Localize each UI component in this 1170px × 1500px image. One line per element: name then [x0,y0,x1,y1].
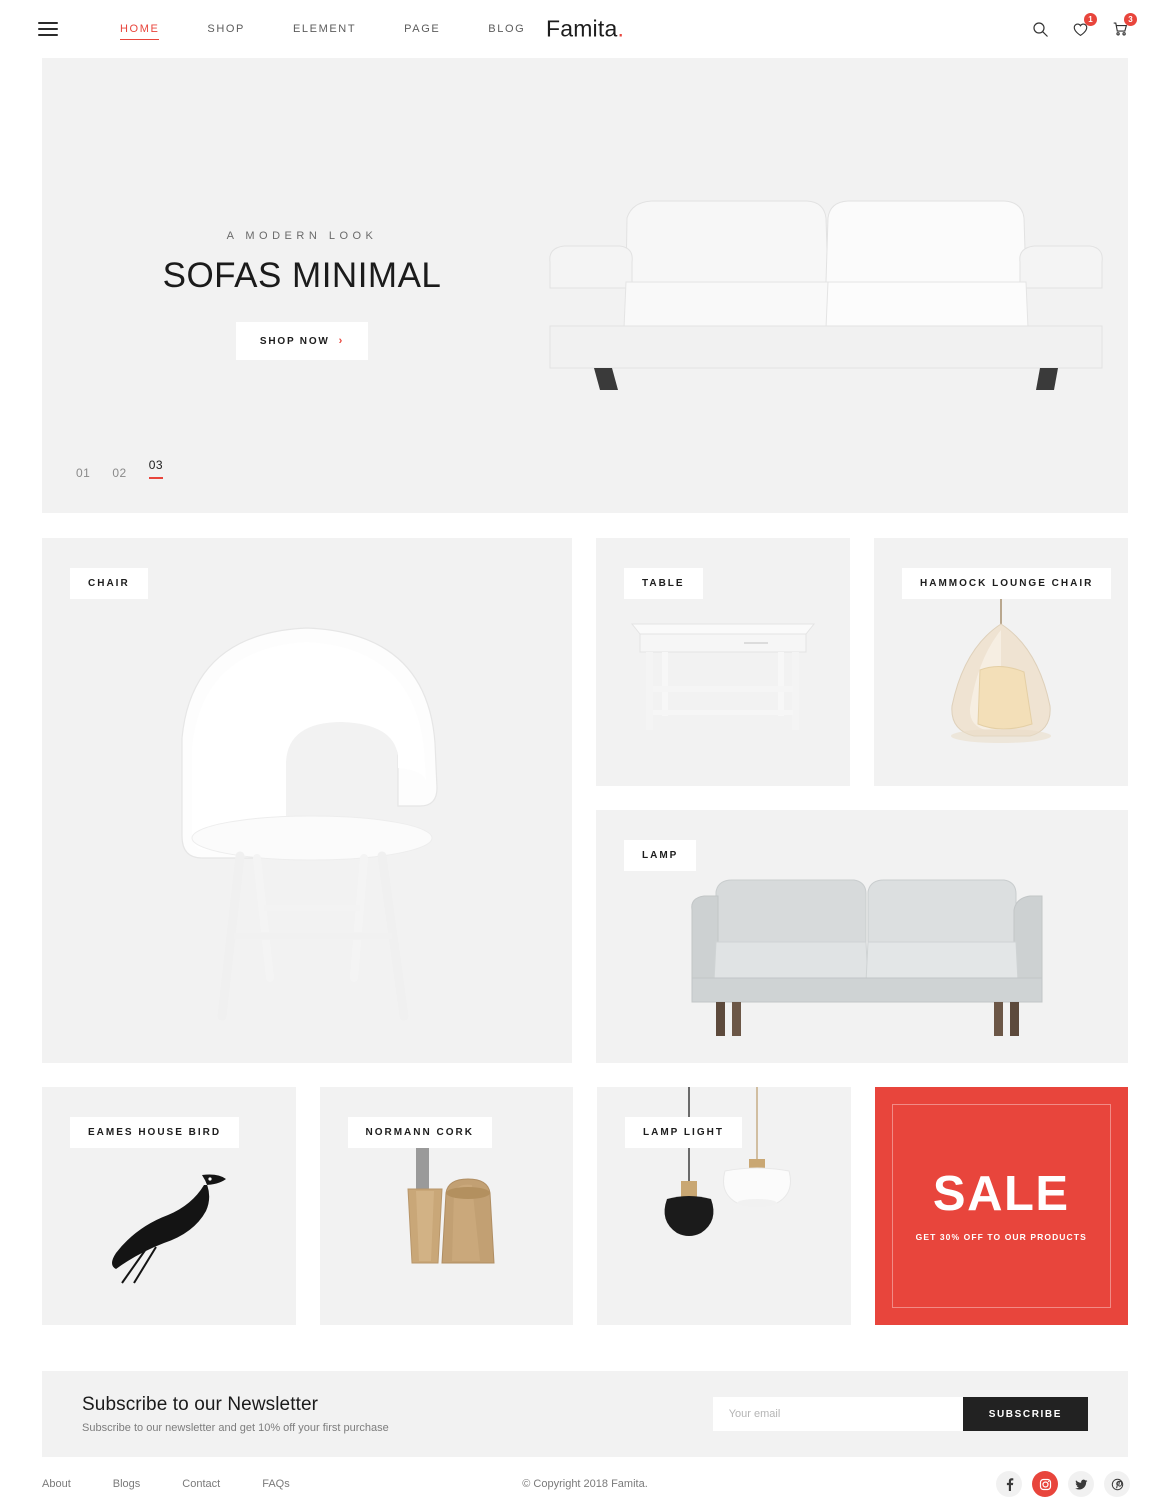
category-tag-hammock: HAMMOCK LOUNGE CHAIR [902,568,1112,599]
slide-dot-02[interactable]: 02 [112,466,126,485]
hamburger-menu-icon[interactable] [38,22,58,36]
newsletter-form: SUBSCRIBE [712,1397,1088,1431]
footer-link-faqs[interactable]: FAQs [262,1478,332,1490]
hero-title: SOFAS MINIMAL [162,256,442,295]
wishlist-icon[interactable]: 1 [1070,13,1097,39]
slide-dot-03[interactable]: 03 [148,458,164,479]
grid-col-right: TABLE HAMMOCK LOUNGE CHAIR LAMP [596,538,1128,1063]
nav-item-page[interactable]: PAGE [380,23,464,35]
footer-link-blogs[interactable]: Blogs [113,1478,183,1490]
category-tag-bird: EAMES HOUSE BIRD [70,1117,240,1148]
footer-link-about[interactable]: About [42,1478,113,1490]
email-input[interactable] [712,1397,963,1431]
category-card-hammock[interactable]: HAMMOCK LOUNGE CHAIR [874,538,1128,786]
category-card-lamp[interactable]: LAMP [596,810,1128,1063]
category-tag-cork: NORMANN CORK [347,1117,492,1148]
newsletter-title: Subscribe to our Newsletter [82,1394,319,1415]
category-card-cork[interactable]: NORMANN CORK [319,1087,573,1325]
pinterest-icon[interactable] [1104,1471,1130,1497]
nav-item-shop[interactable]: SHOP [183,23,269,35]
sale-banner[interactable]: SALE GET 30% OFF TO OUR PRODUCTS [874,1087,1128,1325]
slide-dot-01[interactable]: 01 [76,466,90,485]
category-tag-chair: CHAIR [70,568,148,599]
newsletter-text: Subscribe to our Newsletter Subscribe to… [82,1394,713,1434]
cart-icon[interactable]: 3 [1110,13,1137,39]
twitter-icon[interactable] [1068,1471,1094,1497]
instagram-icon[interactable] [1032,1471,1058,1497]
shop-now-button[interactable]: SHOP NOW › [235,322,369,360]
category-card-bird[interactable]: EAMES HOUSE BIRD [42,1087,296,1325]
header-icons: 1 3 [1030,13,1137,39]
main-nav: HOME SHOP ELEMENT PAGE BLOG [96,23,549,40]
site-header: HOME SHOP ELEMENT PAGE BLOG Famita. 1 3 [0,0,1170,58]
cart-badge: 3 [1124,13,1137,26]
grid-row-1-top: TABLE HAMMOCK LOUNGE CHAIR [596,538,1128,786]
sale-subtitle: GET 30% OFF TO OUR PRODUCTS [915,1232,1087,1242]
wishlist-badge: 1 [1084,13,1097,26]
logo-dot: . [617,15,625,42]
shop-now-label: SHOP NOW [259,335,330,347]
search-icon[interactable] [1030,19,1050,39]
site-logo[interactable]: Famita. [546,16,624,43]
chair-image [181,627,438,1021]
category-tag-table: TABLE [624,568,703,599]
category-card-table[interactable]: TABLE [596,538,850,786]
sale-title: SALE [932,1167,1070,1221]
copyright-text: © Copyright 2018 Famita. [522,1478,648,1490]
nav-item-element[interactable]: ELEMENT [269,23,380,35]
category-grid: CHAIR TABLE HAMMOCK LOUNGE CHAIR LAMP EA… [42,538,1128,1325]
nav-item-blog[interactable]: BLOG [464,23,549,35]
page-root: HOME SHOP ELEMENT PAGE BLOG Famita. 1 3 … [0,0,1170,1500]
site-footer: About Blogs Contact FAQs © Copyright 201… [0,1468,1170,1500]
newsletter-section: Subscribe to our Newsletter Subscribe to… [42,1371,1128,1457]
category-tag-lamp-light: LAMP LIGHT [625,1117,742,1148]
hero-sofa-image [549,200,1103,390]
hero-slider: A MODERN LOOK SOFAS MINIMAL SHOP NOW › 0… [42,58,1128,513]
category-card-chair[interactable]: CHAIR [42,538,572,1063]
hero-subtitle: A MODERN LOOK [226,230,378,242]
logo-text: Famita [545,15,618,42]
category-card-lamp-light[interactable]: LAMP LIGHT [597,1087,851,1325]
social-links [996,1471,1130,1497]
hero-slider-pagination: 01 02 03 [76,458,164,485]
grid-row-2: EAMES HOUSE BIRD NORMANN CORK LAMP LIGHT… [42,1087,1128,1325]
facebook-icon[interactable] [996,1471,1022,1497]
subscribe-button[interactable]: SUBSCRIBE [962,1397,1088,1431]
hero-text-block: A MODERN LOOK SOFAS MINIMAL SHOP NOW › [42,230,562,360]
footer-links: About Blogs Contact FAQs [42,1478,332,1490]
footer-link-contact[interactable]: Contact [182,1478,262,1490]
nav-item-home[interactable]: HOME [96,23,183,40]
chevron-right-icon: › [338,335,345,347]
newsletter-subtitle: Subscribe to our newsletter and get 10% … [82,1422,389,1434]
grid-row-1: CHAIR TABLE HAMMOCK LOUNGE CHAIR LAMP [42,538,1128,1063]
category-tag-lamp: LAMP [624,840,697,871]
